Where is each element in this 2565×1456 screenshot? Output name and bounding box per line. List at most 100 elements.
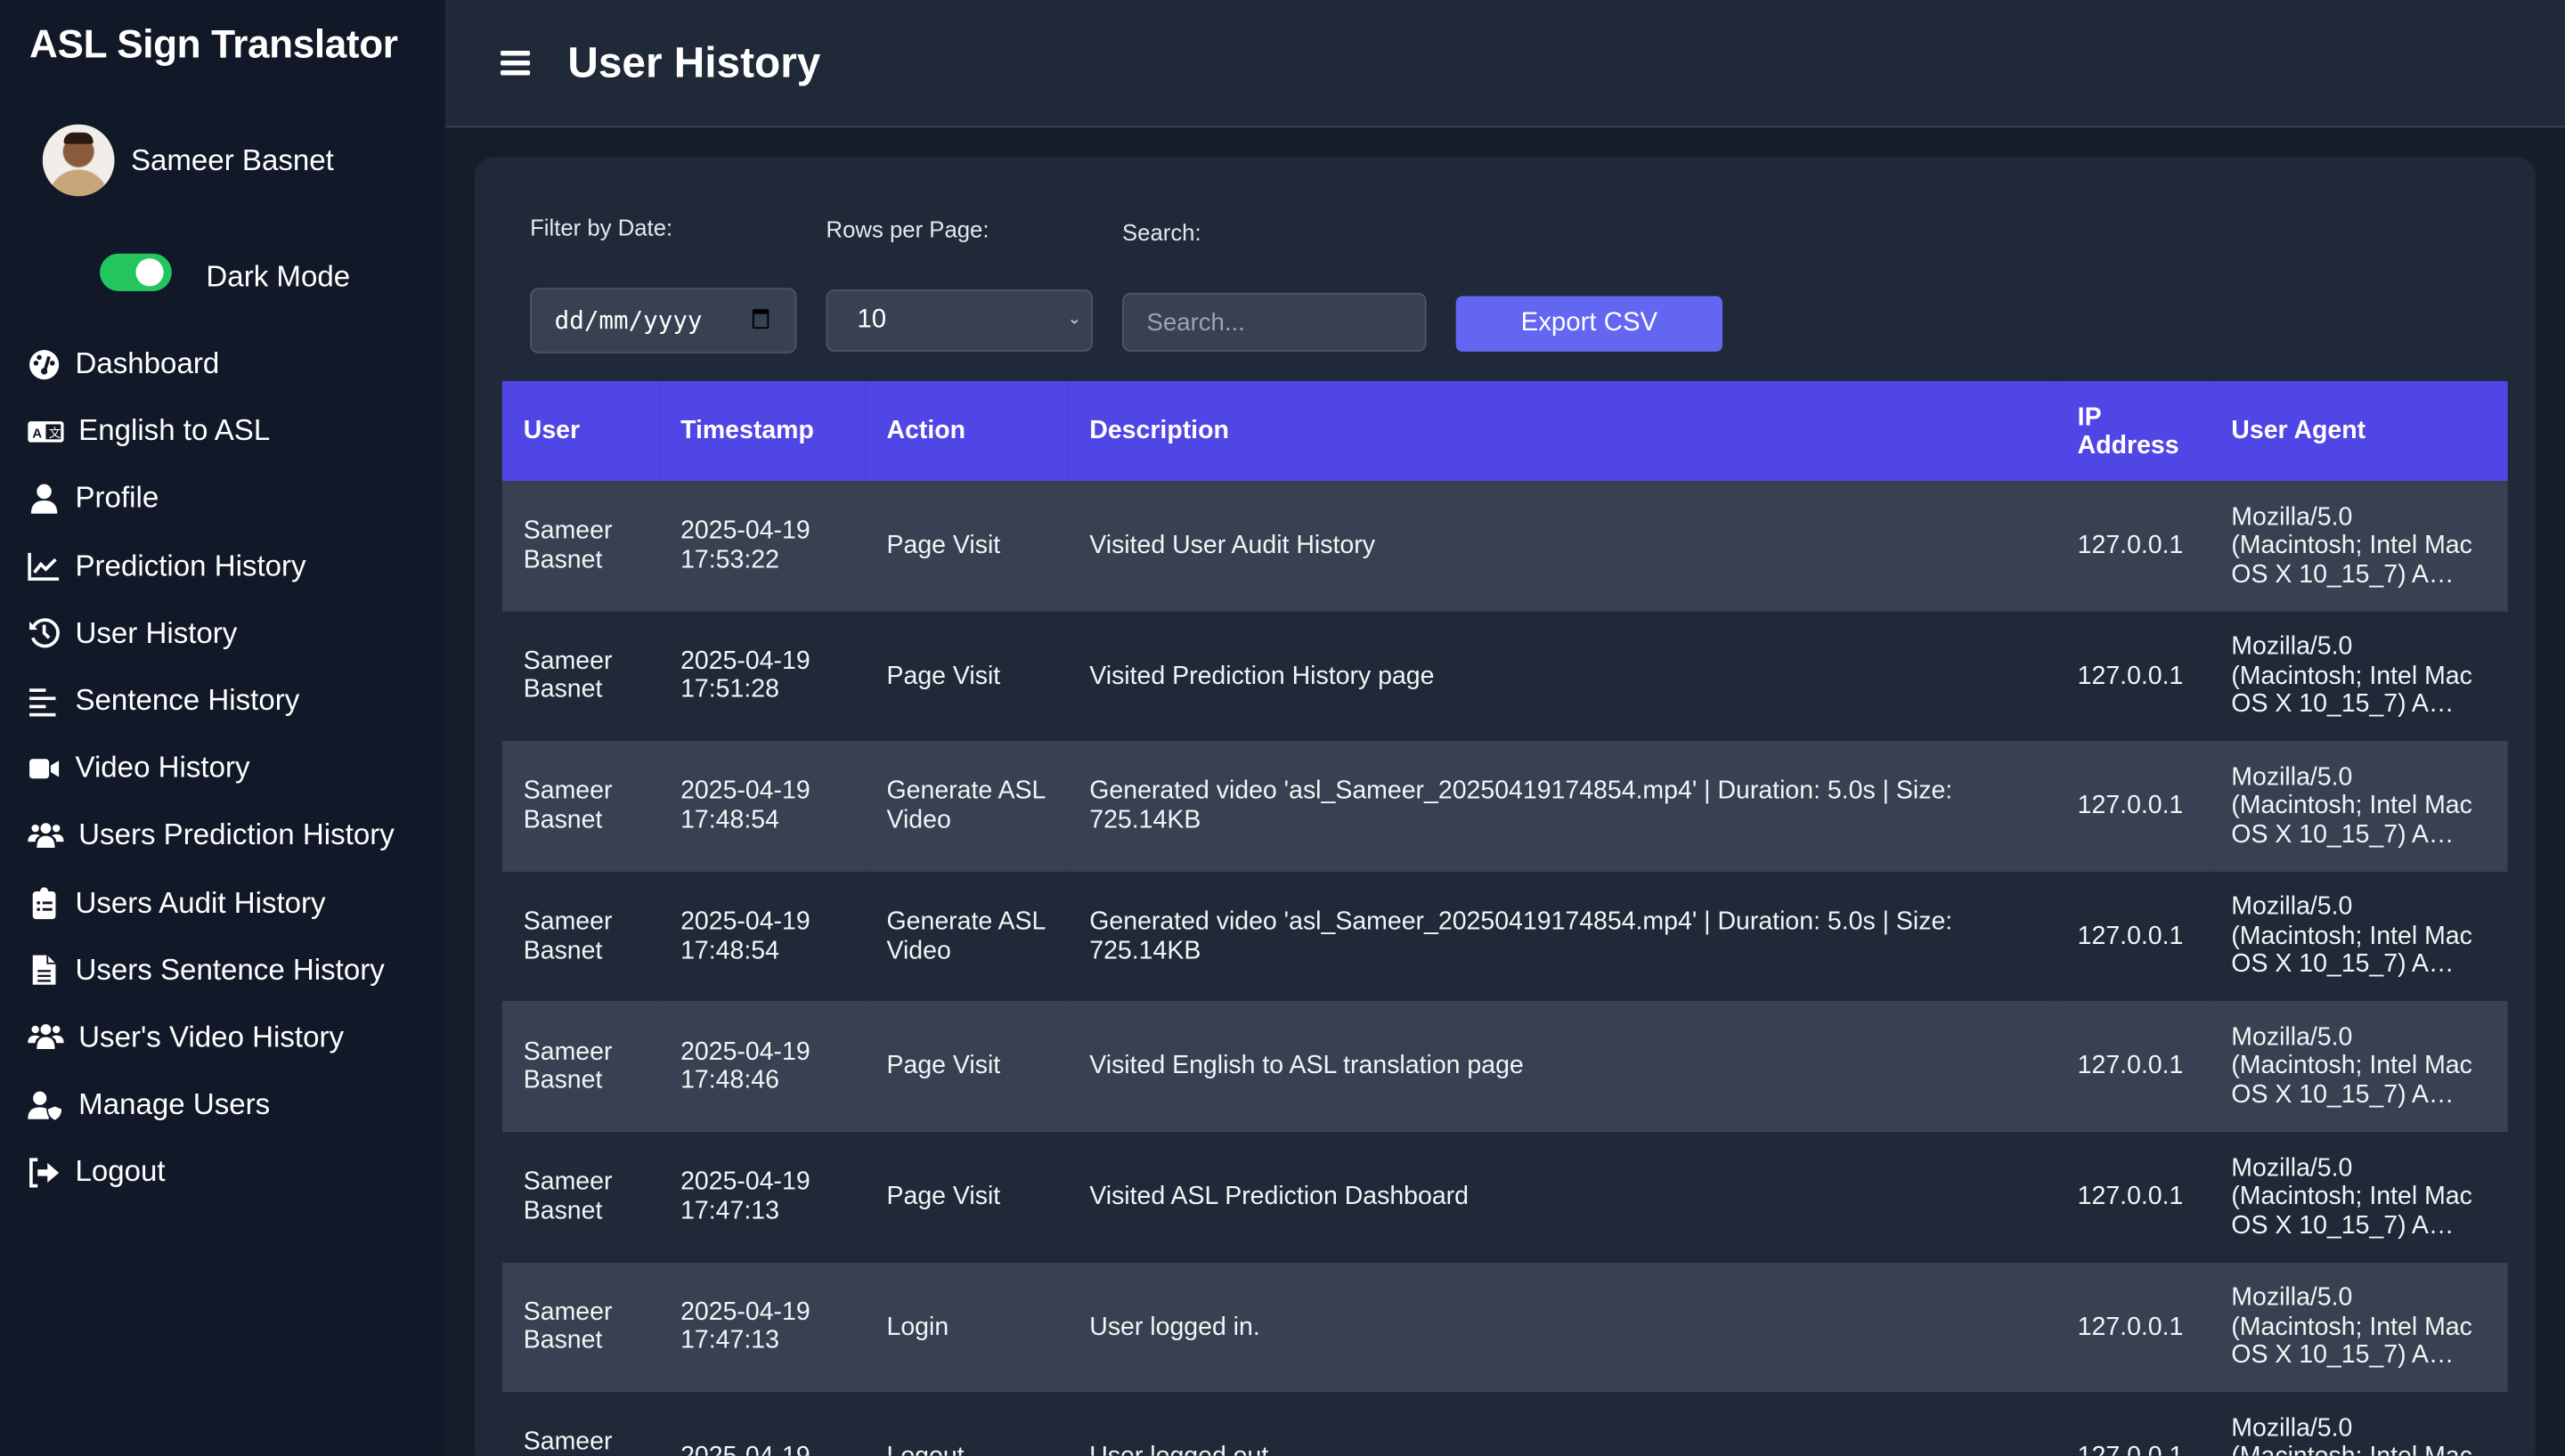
search-placeholder: Search... <box>1146 308 1245 337</box>
cell-agent: Mozilla/5.0 (Macintosh; Intel Mac OS X <box>2210 1392 2508 1456</box>
sidebar-item-video-history[interactable]: Video History <box>28 735 395 802</box>
cell-action: Logout <box>865 1392 1069 1456</box>
export-csv-button[interactable]: Export CSV <box>1455 296 1723 352</box>
cell-ip: 127.0.0.1 <box>2056 1131 2211 1263</box>
cell-agent: Mozilla/5.0 (Macintosh; Intel Mac OS X 1… <box>2210 871 2508 1002</box>
calendar-icon[interactable] <box>752 309 770 329</box>
cell-timestamp: 2025-04-19 17:51:28 <box>659 611 866 742</box>
cell-description: Visited English to ASL translation page <box>1068 1001 2056 1132</box>
sidebar-item-sentence-history[interactable]: Sentence History <box>28 667 395 735</box>
avatar[interactable] <box>42 124 115 197</box>
hamburger-menu-icon[interactable] <box>501 50 531 76</box>
cell-timestamp: 2025-04-19 17:47:13 <box>659 1131 866 1263</box>
cell-description: User logged in. <box>1068 1262 2056 1393</box>
cell-action: Page Visit <box>865 1131 1069 1263</box>
cell-agent: Mozilla/5.0 (Macintosh; Intel Mac OS X 1… <box>2210 481 2508 612</box>
cell-description: User logged out. <box>1068 1392 2056 1456</box>
date-filter-input[interactable]: dd/mm/yyyy <box>530 288 797 354</box>
app-window: ASL Sign Translator Sameer Basnet Dark M… <box>0 0 2565 1456</box>
sidebar-item-label: English to ASL <box>78 414 271 447</box>
sidebar-item-english-to-asl[interactable]: A 文 English to ASL <box>28 398 395 466</box>
cell-ip: 127.0.0.1 <box>2056 741 2211 872</box>
cell-user: Sameer Basnet <box>501 481 660 612</box>
column-header: User <box>501 380 660 482</box>
user-icon <box>28 483 75 516</box>
clipboard-list-icon <box>28 887 75 920</box>
sidebar-item-users-sentence-history[interactable]: Users Sentence History <box>28 937 395 1005</box>
table-row: Sameer Basnet 2025-04-19 17:47:13 Page Vis… <box>501 1131 2508 1263</box>
cell-timestamp: 2025-04-19 17:48:46 <box>659 1001 866 1132</box>
sidebar-item-prediction-history[interactable]: Prediction History <box>28 533 395 600</box>
rows-per-page-value: 10 <box>857 305 887 334</box>
dark-mode-label: Dark Mode <box>206 260 351 293</box>
cell-timestamp: 2025-04-19 <box>659 1392 866 1456</box>
date-placeholder: dd/mm/yyyy <box>554 305 703 336</box>
cell-ip: 127.0.0.1 <box>2056 611 2211 742</box>
history-table: User Timestamp Action Description IP Address… <box>501 380 2508 1456</box>
chevron-down-icon: ⌄ <box>1067 310 1082 329</box>
app-title: ASL Sign Translator <box>29 22 398 68</box>
users-icon <box>28 1021 78 1054</box>
cell-agent: Mozilla/5.0 (Macintosh; Intel Mac OS X 1… <box>2210 741 2508 872</box>
cell-user: Sameer Basnet <box>501 741 660 872</box>
table-header-row: User Timestamp Action Description IP Address… <box>501 380 2508 482</box>
sidebar-item-label: Users Audit History <box>75 885 326 919</box>
cell-agent: Mozilla/5.0 (Macintosh; Intel Mac OS X 1… <box>2210 1262 2508 1393</box>
sidebar-item-label: Video History <box>75 751 250 785</box>
cell-agent: Mozilla/5.0 (Macintosh; Intel Mac OS X 1… <box>2210 1131 2508 1263</box>
sidebar-item-manage-users[interactable]: Manage Users <box>28 1071 395 1139</box>
cell-ip: 127.0.0.1 <box>2056 481 2211 612</box>
user-shield-icon <box>28 1089 78 1122</box>
sidebar-item-label: Manage Users <box>78 1087 271 1121</box>
svg-text:文: 文 <box>49 426 61 439</box>
file-lines-icon <box>28 954 75 987</box>
sidebar-item-label: Sentence History <box>75 683 300 717</box>
sidebar-item-label: Dashboard <box>75 346 220 380</box>
svg-text:A: A <box>32 426 42 441</box>
dark-mode-toggle[interactable] <box>100 253 172 291</box>
cell-action: Page Visit <box>865 481 1069 612</box>
cell-description: Visited ASL Prediction Dashboard <box>1068 1131 2056 1263</box>
sidebar-item-dashboard[interactable]: Dashboard <box>28 330 395 398</box>
sidebar: ASL Sign Translator Sameer Basnet Dark M… <box>0 0 445 1456</box>
sidebar-item-label: Users Sentence History <box>75 953 385 987</box>
table-row: Sameer Basnet 2025-04-19 17:51:28 Page Vis… <box>501 611 2508 742</box>
cell-user: Sameer Basnet <box>501 1131 660 1263</box>
sidebar-item-user-s-video-history[interactable]: User's Video History <box>28 1005 395 1072</box>
table-row: Sameer Basnet2025-04-19LogoutUser logged… <box>501 1392 2508 1456</box>
cell-user: Sameer Basnet <box>501 1262 660 1393</box>
cell-agent: Mozilla/5.0 (Macintosh; Intel Mac OS X 1… <box>2210 611 2508 742</box>
sidebar-item-users-prediction-history[interactable]: Users Prediction History <box>28 802 395 870</box>
table-row: Sameer Basnet 2025-04-19 17:48:54 Generate… <box>501 741 2508 872</box>
column-header: IP Address <box>2056 380 2211 482</box>
column-header: Description <box>1068 380 2056 482</box>
chart-line-icon <box>28 549 75 582</box>
cell-agent: Mozilla/5.0 (Macintosh; Intel Mac OS X 1… <box>2210 1001 2508 1132</box>
cell-user: Sameer Basnet <box>501 871 660 1002</box>
cell-action: Page Visit <box>865 1001 1069 1132</box>
rows-per-page-select[interactable]: 10 ⌄ <box>826 289 1093 352</box>
cell-timestamp: 2025-04-19 17:48:54 <box>659 871 866 1002</box>
cell-description: Visited User Audit History <box>1068 481 2056 612</box>
cell-description: Generated video 'asl_Sameer_202504191748… <box>1068 741 2056 872</box>
search-input[interactable]: Search... <box>1122 292 1427 352</box>
table-row: Sameer Basnet 2025-04-19 17:47:13 Login Use… <box>501 1262 2508 1393</box>
page-title: User History <box>567 37 821 87</box>
sidebar-item-user-history[interactable]: User History <box>28 600 395 668</box>
search-label: Search: <box>1122 219 1201 246</box>
sidebar-item-profile[interactable]: Profile <box>28 465 395 533</box>
sidebar-item-logout[interactable]: Logout <box>28 1139 395 1207</box>
cell-user: Sameer Basnet <box>501 1392 660 1456</box>
sidebar-item-label: User's Video History <box>78 1021 345 1053</box>
cell-timestamp: 2025-04-19 17:48:54 <box>659 741 866 872</box>
cell-action: Generate ASL Video <box>865 741 1069 872</box>
table-row: Sameer Basnet 2025-04-19 17:48:46 Page Vis… <box>501 1001 2508 1132</box>
sidebar-item-label: User History <box>75 616 238 649</box>
cell-description: Generated video 'asl_Sameer_202504191748… <box>1068 871 2056 1002</box>
table-row: Sameer Basnet 2025-04-19 17:53:22 Page Vis… <box>501 481 2508 612</box>
rows-per-page-label: Rows per Page: <box>826 216 989 242</box>
sidebar-item-users-audit-history[interactable]: Users Audit History <box>28 869 395 937</box>
history-card: Filter by Date: Rows per Page: Search: d… <box>474 157 2536 1456</box>
cell-ip: 127.0.0.1 <box>2056 1392 2211 1456</box>
sidebar-item-label: Logout <box>75 1155 166 1189</box>
